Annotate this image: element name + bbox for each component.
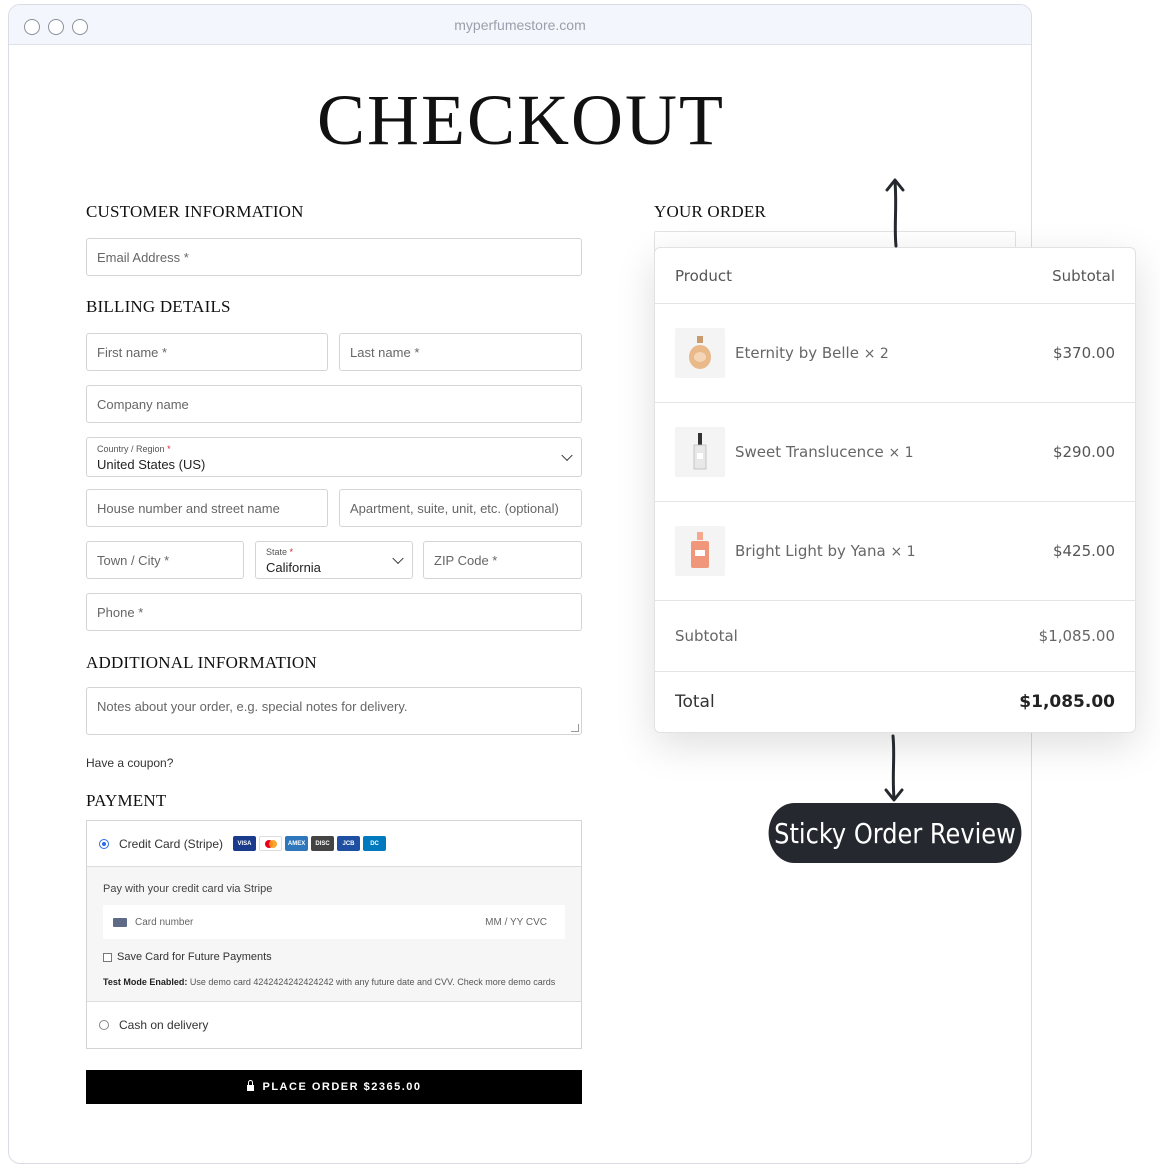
address-bar[interactable]: myperfumestore.com: [9, 17, 1031, 33]
subtotal-column-header: Subtotal: [1052, 266, 1115, 285]
order-table-header: Product Subtotal: [655, 248, 1135, 304]
cash-on-delivery-label: Cash on delivery: [119, 1018, 209, 1032]
cash-on-delivery-option[interactable]: Cash on delivery: [87, 1002, 581, 1048]
chevron-down-icon: [561, 449, 573, 462]
zip-code-field[interactable]: ZIP Code *: [423, 541, 582, 579]
company-name-field[interactable]: Company name: [86, 385, 582, 423]
stripe-description: Pay with your credit card via Stripe: [103, 883, 273, 895]
city-field[interactable]: Town / City *: [86, 541, 244, 579]
order-notes-placeholder: Notes about your order, e.g. special not…: [97, 699, 408, 714]
product-thumbnail: [675, 328, 725, 378]
place-order-label: PLACE ORDER $2365.00: [262, 1081, 422, 1093]
order-item-name: Sweet Translucence: [735, 443, 884, 461]
country-value: United States (US): [97, 457, 206, 472]
country-select[interactable]: Country / Region * United States (US): [86, 437, 582, 477]
apartment-field[interactable]: Apartment, suite, unit, etc. (optional): [339, 489, 582, 527]
order-item-quantity: × 1: [890, 544, 916, 560]
credit-card-label: Credit Card (Stripe): [119, 836, 224, 851]
customer-information-heading: CUSTOMER INFORMATION: [86, 202, 304, 221]
order-subtotal-row: Subtotal $1,085.00: [655, 601, 1135, 672]
visa-icon: VISA: [233, 836, 257, 851]
billing-details-heading: BILLING DETAILS: [86, 297, 231, 316]
your-order-heading: YOUR ORDER: [654, 202, 767, 221]
product-thumbnail: [675, 526, 725, 576]
page-title: CHECKOUT: [317, 80, 725, 160]
order-item: Bright Light by Yana × 1 $425.00: [655, 502, 1135, 601]
total-label: Total: [675, 692, 715, 712]
place-order-button[interactable]: PLACE ORDER $2365.00: [86, 1070, 582, 1104]
arrow-down-icon: [884, 734, 904, 802]
state-label-text: State: [266, 547, 288, 557]
state-value: California: [266, 560, 321, 575]
state-label: State *: [266, 547, 293, 557]
order-item-name: Bright Light by Yana: [735, 542, 886, 560]
diners-club-icon: DC: [363, 836, 387, 851]
sticky-order-review-callout: Sticky Order Review: [768, 803, 1022, 863]
country-label: Country / Region *: [97, 444, 171, 454]
state-required-mark: *: [289, 547, 294, 557]
perfume-bottle-icon: [689, 336, 711, 369]
card-number-input[interactable]: Card number MM / YY CVC: [103, 905, 565, 939]
perfume-bottle-icon: [691, 532, 709, 568]
state-select[interactable]: State * California: [255, 541, 413, 579]
order-notes-textarea[interactable]: Notes about your order, e.g. special not…: [86, 687, 582, 735]
order-item: Sweet Translucence × 1 $290.00: [655, 403, 1135, 502]
perfume-bottle-icon: [693, 433, 707, 470]
save-card-label: Save Card for Future Payments: [117, 951, 272, 963]
stripe-card-panel: Pay with your credit card via Stripe Car…: [87, 867, 581, 1002]
browser-titlebar: myperfumestore.com: [9, 5, 1031, 45]
save-card-option[interactable]: Save Card for Future Payments: [103, 951, 565, 963]
save-card-checkbox[interactable]: [103, 952, 112, 962]
payment-heading: PAYMENT: [86, 791, 167, 810]
order-item-price: $425.00: [1052, 542, 1115, 560]
order-item-price: $370.00: [1052, 344, 1115, 362]
last-name-field[interactable]: Last name *: [339, 333, 582, 371]
first-name-field[interactable]: First name *: [86, 333, 328, 371]
order-item-quantity: × 1: [888, 445, 914, 461]
order-review-card: Product Subtotal Eternity by Belle × 2 $…: [654, 247, 1136, 733]
credit-card-radio[interactable]: [99, 838, 109, 849]
product-thumbnail: [675, 427, 725, 477]
card-expiry-cvc-placeholder: MM / YY CVC: [485, 916, 547, 928]
payment-methods: Credit Card (Stripe) VISA AMEX DISC JCB …: [86, 820, 582, 1049]
card-brand-icons: VISA AMEX DISC JCB DC: [233, 836, 387, 851]
test-mode-notice: Test Mode Enabled: Use demo card 4242424…: [103, 975, 565, 989]
total-value: $1,085.00: [1019, 692, 1115, 712]
test-mode-title: Test Mode Enabled:: [103, 977, 188, 987]
lock-icon: [246, 1080, 254, 1091]
phone-field[interactable]: Phone *: [86, 593, 582, 631]
street-address-field[interactable]: House number and street name: [86, 489, 328, 527]
additional-information-heading: ADDITIONAL INFORMATION: [86, 653, 317, 672]
amex-icon: AMEX: [285, 836, 309, 851]
order-total-row: Total $1,085.00: [655, 672, 1135, 732]
chevron-down-icon: [392, 552, 404, 565]
product-column-header: Product: [675, 266, 732, 285]
credit-card-icon: [113, 917, 127, 927]
order-item-quantity: × 2: [863, 346, 889, 362]
order-item-name: Eternity by Belle: [735, 344, 859, 362]
subtotal-label: Subtotal: [675, 627, 738, 645]
cash-on-delivery-radio[interactable]: [99, 1020, 109, 1030]
country-required-mark: *: [167, 444, 171, 454]
card-number-placeholder: Card number: [135, 916, 194, 928]
discover-icon: DISC: [311, 836, 335, 851]
mastercard-icon: [259, 836, 283, 851]
arrow-up-icon: [885, 178, 905, 248]
test-mode-text: Use demo card 4242424242424242 with any …: [187, 977, 556, 987]
coupon-link[interactable]: Have a coupon?: [86, 756, 173, 770]
resize-handle-icon[interactable]: [571, 724, 579, 732]
order-item-price: $290.00: [1052, 443, 1115, 461]
jcb-icon: JCB: [337, 836, 361, 851]
country-label-text: Country / Region: [97, 444, 165, 454]
order-item: Eternity by Belle × 2 $370.00: [655, 304, 1135, 403]
credit-card-option[interactable]: Credit Card (Stripe) VISA AMEX DISC JCB …: [87, 821, 581, 867]
email-field[interactable]: Email Address *: [86, 238, 582, 276]
subtotal-value: $1,085.00: [1038, 627, 1115, 645]
